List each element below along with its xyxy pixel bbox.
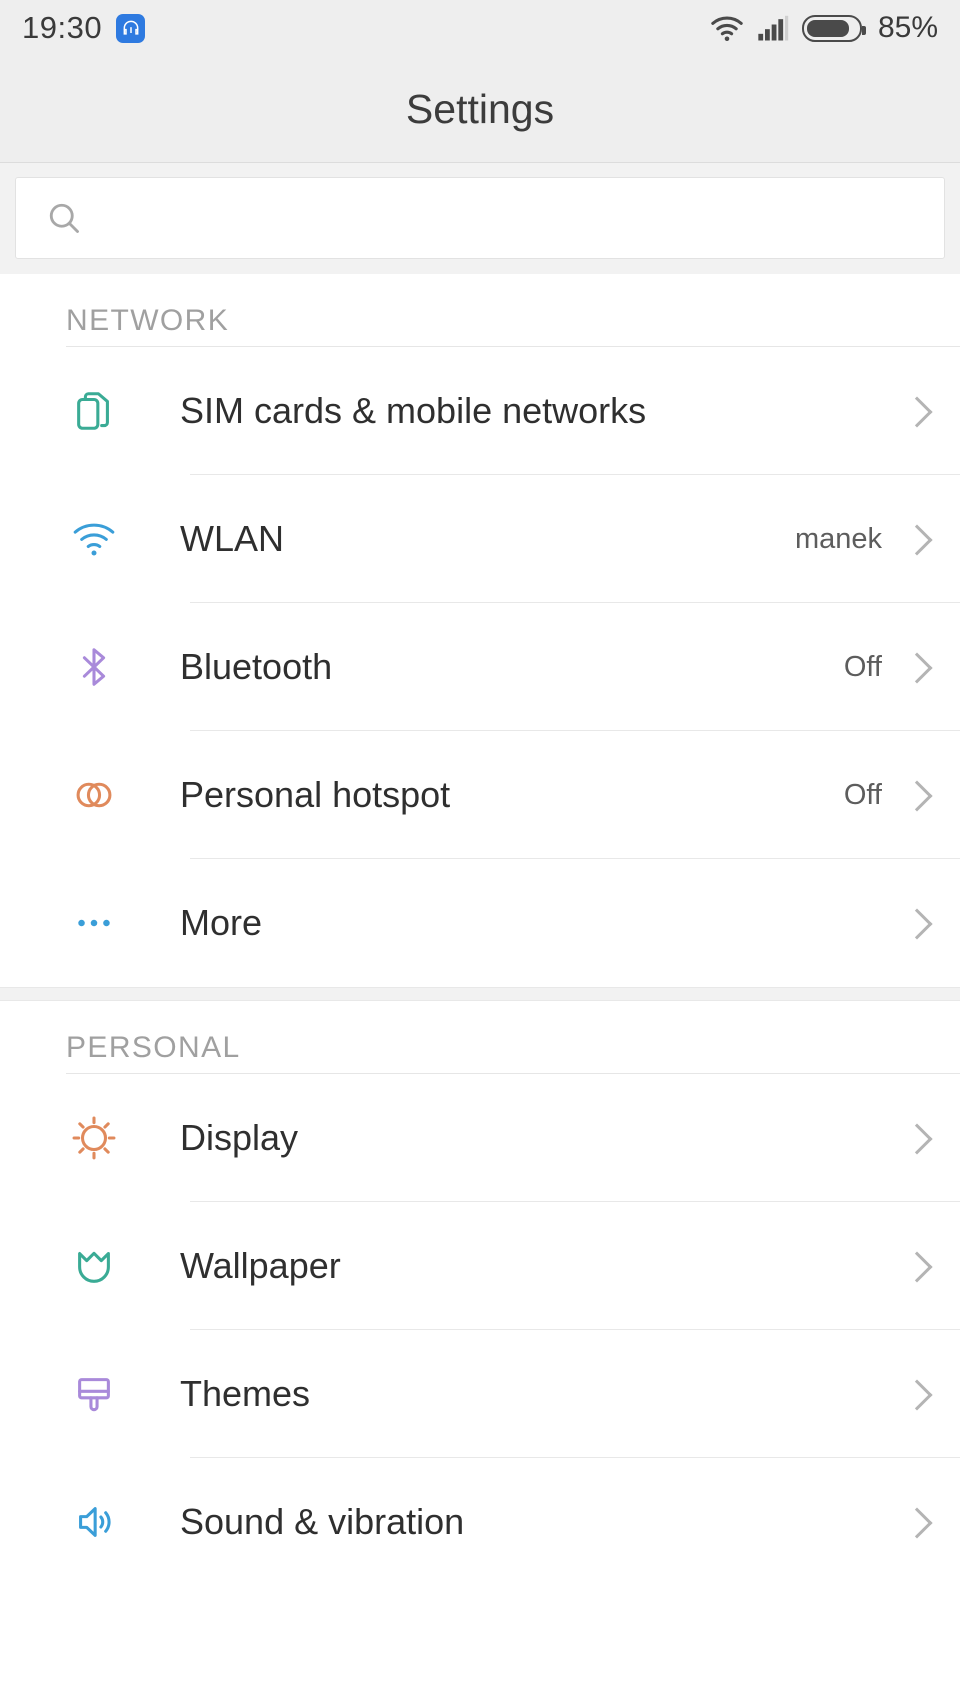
settings-row-value: Off [844, 651, 882, 684]
settings-row-wlan[interactable]: WLANmanek [0, 475, 960, 603]
chevron-right-icon [904, 400, 926, 422]
settings-row-label: Display [180, 1117, 904, 1159]
search-input[interactable] [104, 202, 914, 234]
settings-row-value: manek [795, 523, 882, 556]
page-title: Settings [406, 86, 554, 133]
settings-row-display[interactable]: Display [0, 1074, 960, 1202]
settings-row-label: Sound & vibration [180, 1501, 904, 1543]
status-bar-right: 85% [710, 11, 938, 45]
section-header-label: PERSONAL [66, 1031, 241, 1065]
section-header: PERSONAL [0, 1001, 960, 1073]
chevron-right-icon [904, 656, 926, 678]
settings-section-personal: PERSONAL Display Wallpaper Themes Sound & vi… [0, 1001, 960, 1586]
battery-icon [802, 15, 862, 42]
search-bar[interactable] [15, 177, 945, 259]
settings-list: NETWORK SIM cards & mobile networks WLANma… [0, 274, 960, 1586]
settings-row-label: More [180, 902, 904, 944]
status-bar: 19:30 85% [0, 0, 960, 56]
speaker-volume-icon [66, 1499, 122, 1545]
settings-row-value: Off [844, 779, 882, 812]
settings-row-label: Themes [180, 1373, 904, 1415]
settings-row-more[interactable]: More [0, 859, 960, 987]
app-header: Settings [0, 56, 960, 163]
search-container [0, 163, 960, 274]
battery-percent-label: 85% [878, 11, 938, 45]
sim-card-icon [66, 388, 122, 434]
settings-row-sound-vibration[interactable]: Sound & vibration [0, 1458, 960, 1586]
section-header: NETWORK [0, 274, 960, 346]
status-bar-left: 19:30 [22, 10, 145, 46]
settings-row-wallpaper[interactable]: Wallpaper [0, 1202, 960, 1330]
chevron-right-icon [904, 912, 926, 934]
chevron-right-icon [904, 1255, 926, 1277]
brightness-sun-icon [66, 1115, 122, 1161]
more-dots-icon [66, 900, 122, 946]
chevron-right-icon [904, 1383, 926, 1405]
section-divider [0, 987, 960, 1001]
settings-row-sim-cards-mobile-networks[interactable]: SIM cards & mobile networks [0, 347, 960, 475]
chevron-right-icon [904, 528, 926, 550]
hotspot-icon [66, 772, 122, 818]
cellular-signal-icon [757, 15, 789, 42]
settings-row-label: Wallpaper [180, 1245, 904, 1287]
search-icon [46, 200, 82, 236]
chevron-right-icon [904, 1511, 926, 1533]
settings-row-label: Personal hotspot [180, 774, 844, 816]
chevron-right-icon [904, 1127, 926, 1149]
status-clock: 19:30 [22, 10, 102, 46]
settings-row-label: Bluetooth [180, 646, 844, 688]
section-header-label: NETWORK [66, 304, 229, 338]
settings-row-personal-hotspot[interactable]: Personal hotspotOff [0, 731, 960, 859]
settings-row-label: WLAN [180, 518, 795, 560]
chevron-right-icon [904, 784, 926, 806]
paintbrush-icon [66, 1371, 122, 1417]
settings-row-themes[interactable]: Themes [0, 1330, 960, 1458]
settings-row-label: SIM cards & mobile networks [180, 390, 904, 432]
tulip-flower-icon [66, 1243, 122, 1289]
wifi-icon [66, 516, 122, 562]
wifi-icon [710, 15, 744, 42]
settings-row-bluetooth[interactable]: BluetoothOff [0, 603, 960, 731]
headset-support-icon [116, 14, 145, 43]
bluetooth-icon [66, 644, 122, 690]
settings-section-network: NETWORK SIM cards & mobile networks WLANma… [0, 274, 960, 987]
